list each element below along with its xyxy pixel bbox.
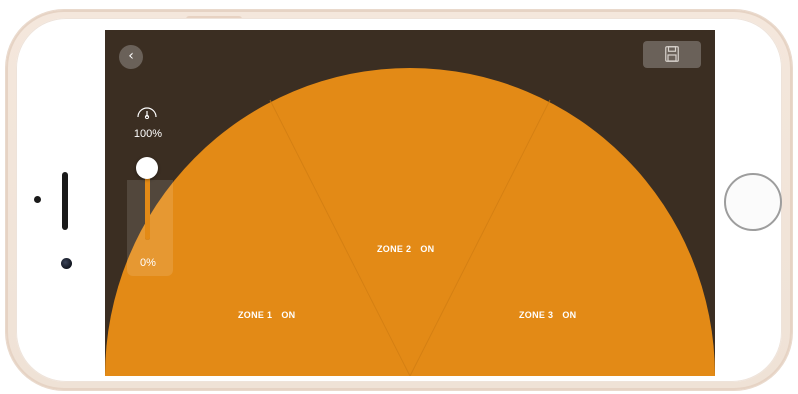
zone-2-label[interactable]: ZONE 2 ON	[377, 244, 434, 254]
home-button[interactable]	[724, 173, 782, 231]
zones-diagram	[105, 68, 715, 376]
app-screen: ‹ 100% 0% ZONE 1 ON ZONE 2 ON ZONE 3 ON	[105, 30, 715, 376]
zone-1-label[interactable]: ZONE 1 ON	[238, 310, 295, 320]
floppy-disk-icon	[665, 46, 679, 62]
back-button[interactable]: ‹	[119, 45, 143, 69]
gauge-icon	[137, 107, 157, 119]
save-button[interactable]	[643, 41, 701, 68]
zone-2-state: ON	[420, 244, 435, 254]
sensor-dot	[34, 196, 41, 203]
chevron-left-icon: ‹	[128, 48, 134, 64]
speaker-slot	[62, 172, 68, 230]
zone-2-name: ZONE 2	[377, 244, 412, 254]
zone-3-label[interactable]: ZONE 3 ON	[519, 310, 576, 320]
zone-1-name: ZONE 1	[238, 310, 273, 320]
slider-min-label: 0%	[140, 257, 156, 269]
zone-3-state: ON	[562, 310, 577, 320]
slider-max-label: 100%	[133, 128, 163, 140]
zone-3-name: ZONE 3	[519, 310, 554, 320]
zone-1-state: ON	[281, 310, 296, 320]
zones-area	[105, 68, 715, 376]
slider-thumb[interactable]	[136, 157, 158, 179]
front-camera	[61, 258, 72, 269]
